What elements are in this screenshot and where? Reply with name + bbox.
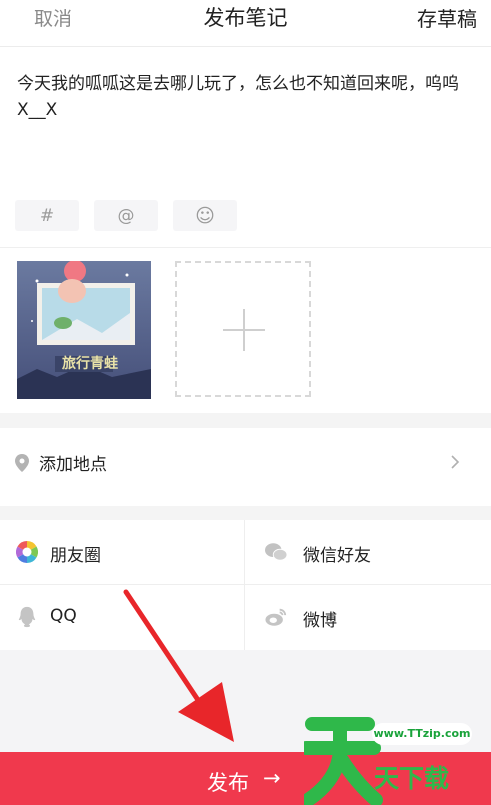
watermark-text: 天下载 bbox=[374, 764, 450, 793]
weibo-icon bbox=[265, 608, 287, 626]
photo-thumbnail[interactable]: 旅行青蛙 bbox=[17, 261, 151, 399]
share-moments-label: 朋友圈 bbox=[50, 546, 101, 566]
qq-icon bbox=[18, 606, 36, 628]
watermark-url: www.TTzip.com bbox=[372, 723, 472, 745]
share-wechat-label: 微信好友 bbox=[303, 546, 371, 566]
share-weibo[interactable]: 微博 bbox=[245, 585, 489, 649]
media-section: 旅行青蛙 bbox=[0, 248, 491, 413]
add-location-label: 添加地点 bbox=[39, 455, 107, 475]
location-pin-icon bbox=[15, 454, 29, 472]
top-bar: 取消 发布笔记 存草稿 bbox=[0, 0, 491, 47]
mention-button[interactable]: @ bbox=[94, 200, 158, 231]
note-content-input[interactable]: 今天我的呱呱这是去哪儿玩了，怎么也不知道回来呢，呜呜X__X bbox=[17, 71, 469, 123]
share-qq-label: QQ bbox=[50, 606, 77, 626]
compose-area: 今天我的呱呱这是去哪儿玩了，怎么也不知道回来呢，呜呜X__X # @ ☺ bbox=[0, 47, 491, 248]
share-weibo-label: 微博 bbox=[303, 611, 337, 631]
emoji-icon: ☺ bbox=[195, 204, 215, 227]
save-draft-button[interactable]: 存草稿 bbox=[417, 3, 477, 32]
publish-label: 发布 bbox=[207, 771, 249, 795]
share-options: 朋友圈 微信好友 QQ 微博 bbox=[0, 520, 491, 650]
share-qq[interactable]: QQ bbox=[0, 585, 244, 649]
thumbnail-caption: 旅行青蛙 bbox=[62, 356, 118, 372]
hashtag-icon: # bbox=[39, 205, 55, 226]
share-wechat-friend[interactable]: 微信好友 bbox=[245, 520, 489, 584]
wechat-icon bbox=[265, 543, 287, 561]
arrow-right-icon: → bbox=[263, 766, 281, 790]
moments-icon bbox=[16, 541, 38, 563]
share-moments[interactable]: 朋友圈 bbox=[0, 520, 244, 584]
travel-frog-image bbox=[17, 261, 151, 399]
add-location-row[interactable]: 添加地点 bbox=[0, 428, 491, 506]
hashtag-button[interactable]: # bbox=[15, 200, 79, 231]
add-photo-button[interactable] bbox=[175, 261, 311, 397]
chevron-right-icon bbox=[451, 455, 460, 469]
emoji-button[interactable]: ☺ bbox=[173, 200, 237, 231]
at-icon: @ bbox=[117, 205, 135, 226]
